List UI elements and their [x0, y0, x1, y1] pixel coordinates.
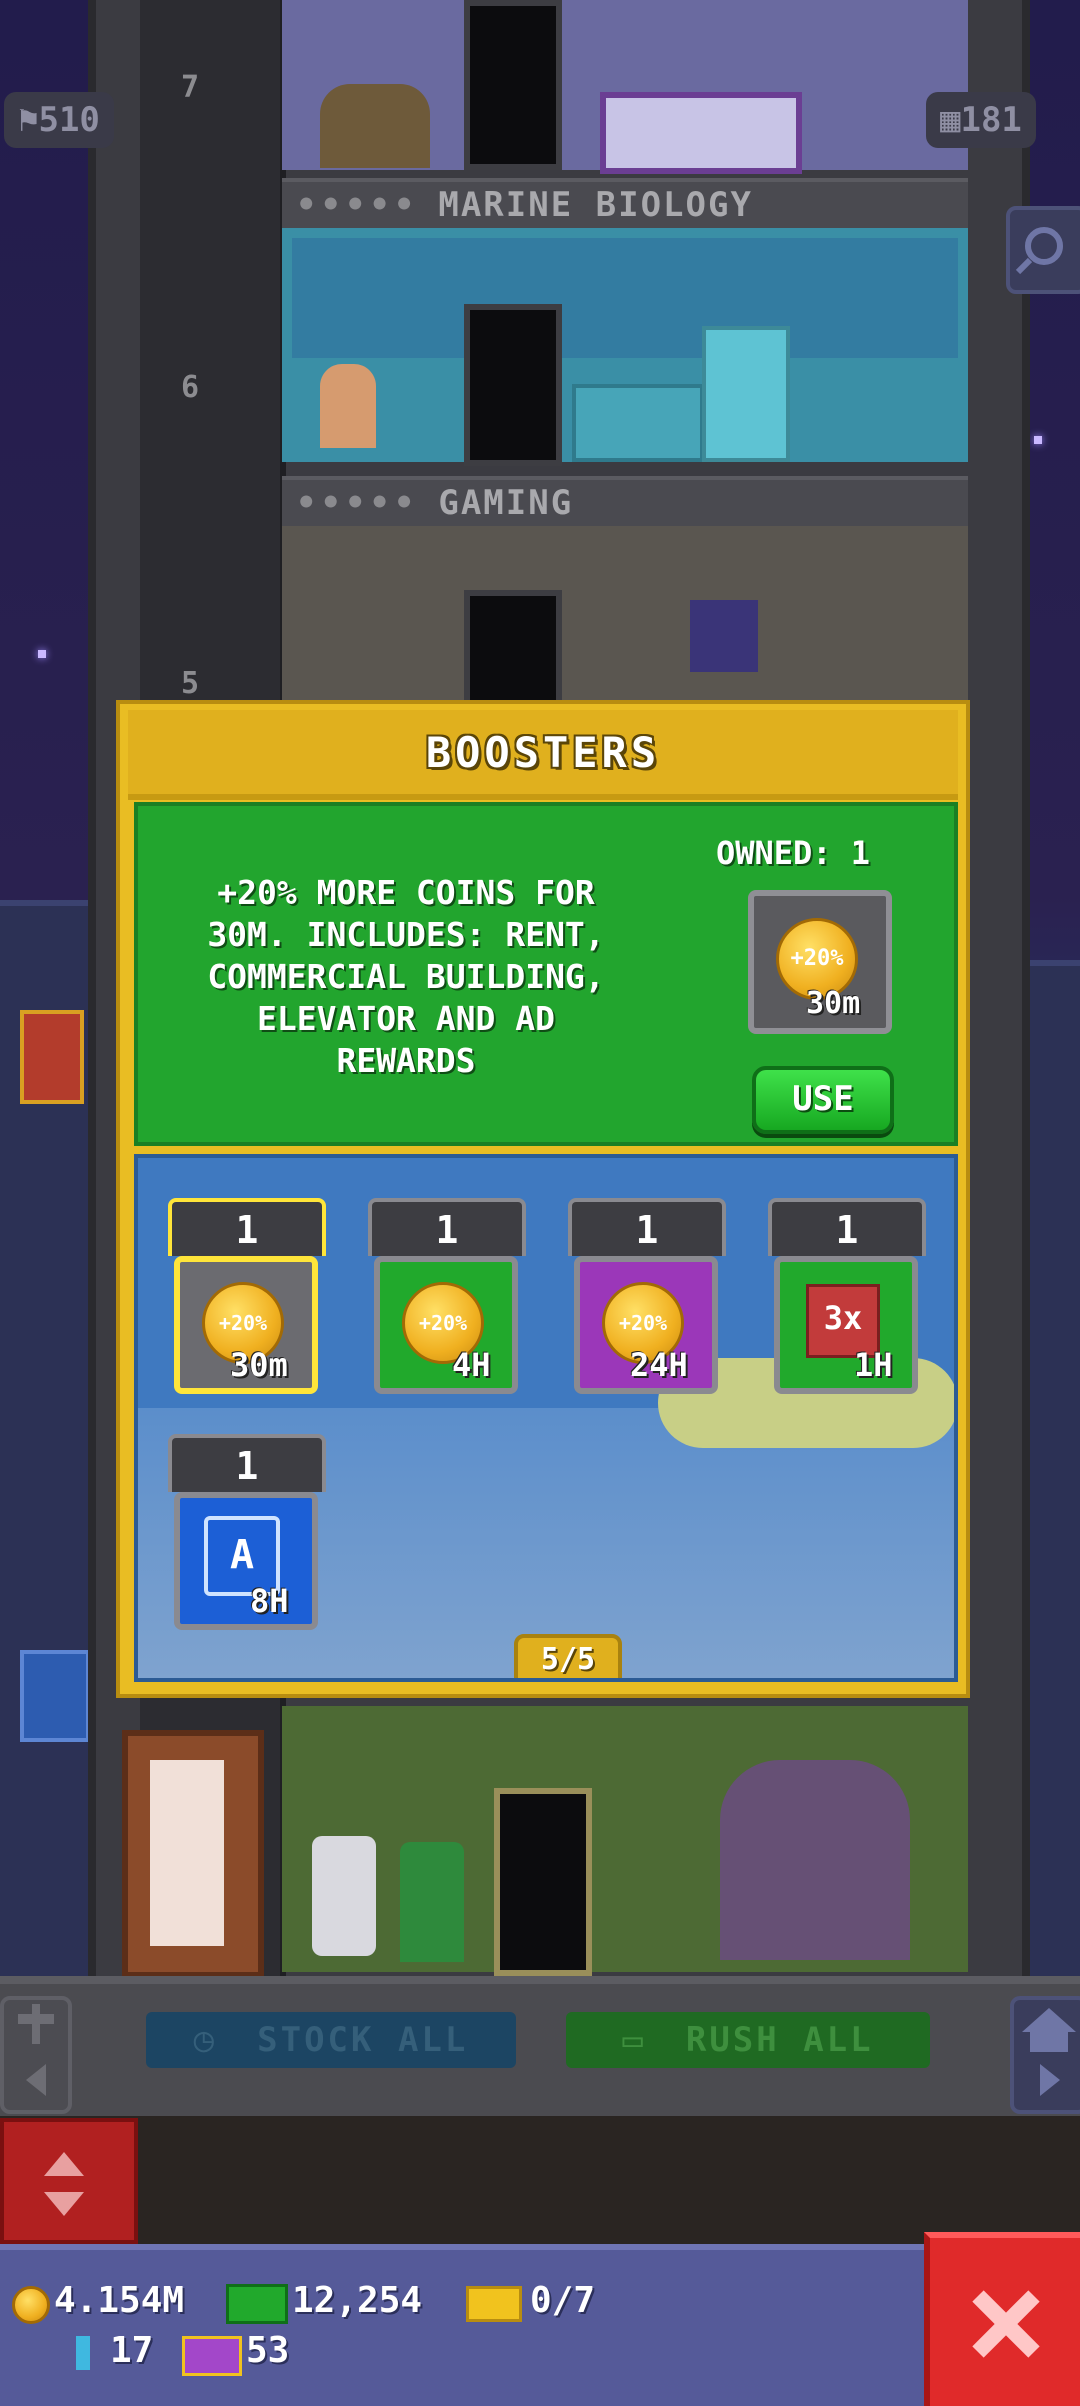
bux-icon: ▭ [622, 2020, 646, 2060]
rush-all-button[interactable]: ▭ RUSH ALL [566, 2012, 930, 2068]
duration-label: 4H [452, 1346, 491, 1384]
person-icon: ⚑ [18, 100, 39, 140]
home-icon [1022, 2008, 1076, 2096]
stock-all-button[interactable]: ◷ STOCK ALL [146, 2012, 516, 2068]
population-badge[interactable]: ⚑510 [4, 92, 114, 148]
floor-door [494, 1788, 592, 1976]
floor-stars: ••••• [296, 185, 419, 225]
booster-count: 1 [168, 1198, 326, 1256]
floor-door [464, 590, 562, 718]
booster-count: 1 [568, 1198, 726, 1256]
population-value: 510 [38, 100, 100, 140]
booster-grid: 1 +20% 30m 1 +20% 4H 1 +20% 24H 1 3x 1H … [134, 1154, 958, 1682]
floor-room-5[interactable] [282, 526, 968, 706]
clock-icon: ◷ [193, 2020, 218, 2060]
bathtub [600, 92, 802, 174]
floors-value: 181 [960, 100, 1022, 140]
floors-badge[interactable]: ▦181 [926, 92, 1036, 148]
key-icon [76, 2336, 90, 2370]
coin-icon [12, 2286, 50, 2324]
booster-count: 1 [368, 1198, 526, 1256]
keys-value: 17 [110, 2330, 154, 2371]
floor-stars: ••••• [296, 483, 419, 523]
left-nav-button[interactable] [0, 1996, 72, 2114]
booster-icon-frame: +20% 30m [174, 1256, 318, 1394]
counter [572, 384, 704, 462]
booster-count: 1 [168, 1434, 326, 1492]
duration-label: 30m [230, 1346, 288, 1384]
aquarium-tank [292, 238, 958, 358]
resident [320, 364, 376, 448]
floor-name: GAMING [438, 483, 574, 523]
rush-all-label: RUSH ALL [685, 2020, 874, 2060]
currency-bar [0, 2244, 930, 2406]
booster-detail-panel: +20% MORE COINS FOR 30M. INCLUDES: RENT,… [134, 802, 958, 1146]
building-icon: ▦ [940, 100, 961, 140]
close-icon [972, 2290, 1040, 2358]
home-button[interactable] [1010, 1996, 1080, 2114]
floor-door [464, 304, 562, 466]
use-button[interactable]: USE [752, 1066, 894, 1134]
booster-icon-frame: 3x 1H [774, 1256, 918, 1394]
search-button[interactable] [1006, 206, 1080, 294]
duration-label: 1H [854, 1346, 893, 1384]
duration-label: 8H [250, 1582, 289, 1620]
duration-label: 30m [806, 986, 861, 1021]
floor-number: 5 [180, 666, 200, 701]
fries-billboard [20, 1010, 84, 1104]
treehouse [720, 1760, 910, 1960]
selected-booster-icon: +20% 30m [748, 890, 892, 1034]
modal-title: BOOSTERS [128, 710, 958, 800]
star-icon [38, 650, 46, 658]
booster-icon-frame: +20% 4H [374, 1256, 518, 1394]
gems-value: 53 [246, 2330, 290, 2371]
booster-description: +20% MORE COINS FOR 30M. INCLUDES: RENT,… [207, 873, 605, 1080]
gem-icon [182, 2336, 242, 2376]
game-crate [690, 600, 758, 672]
bux-icon [226, 2284, 288, 2324]
floor-number: 6 [180, 370, 200, 405]
ticket-icon [466, 2286, 522, 2322]
owned-count: OWNED: 1 [715, 834, 871, 872]
close-button[interactable] [924, 2232, 1080, 2406]
floor-door [464, 0, 562, 170]
resident-leprechaun [400, 1842, 464, 1962]
elevator-arrows-icon [44, 2152, 84, 2216]
floor-label[interactable]: ••••• GAMING [282, 476, 968, 530]
stock-all-label: STOCK ALL [257, 2020, 469, 2060]
floor-name: MARINE BIOLOGY [438, 185, 753, 225]
booster-icon-frame: A 8H [174, 1492, 318, 1630]
billboard [20, 1650, 90, 1742]
residents-group [320, 84, 430, 168]
bux-value: 12,254 [292, 2280, 423, 2321]
duration-label: 24H [630, 1346, 688, 1384]
star-icon [1034, 436, 1042, 444]
coins-value: 4.154M [54, 2280, 185, 2321]
booster-icon-frame: +20% 24H [574, 1256, 718, 1394]
floor-label[interactable]: ••••• MARINE BIOLOGY [282, 178, 968, 232]
boosters-modal: BOOSTERS +20% MORE COINS FOR 30M. INCLUD… [116, 700, 970, 1698]
fridge [702, 326, 790, 462]
search-icon [1015, 227, 1063, 275]
arrow-left-icon [18, 2004, 54, 2096]
floor-number: 7 [180, 70, 200, 105]
window-pane [150, 1760, 224, 1946]
page-indicator: 5/5 [514, 1634, 622, 1678]
tickets-value: 0/7 [530, 2280, 596, 2321]
elevator-button[interactable] [0, 2118, 138, 2244]
resident-robot [312, 1836, 376, 1956]
booster-count: 1 [768, 1198, 926, 1256]
lobby-floor [0, 2116, 1080, 2244]
